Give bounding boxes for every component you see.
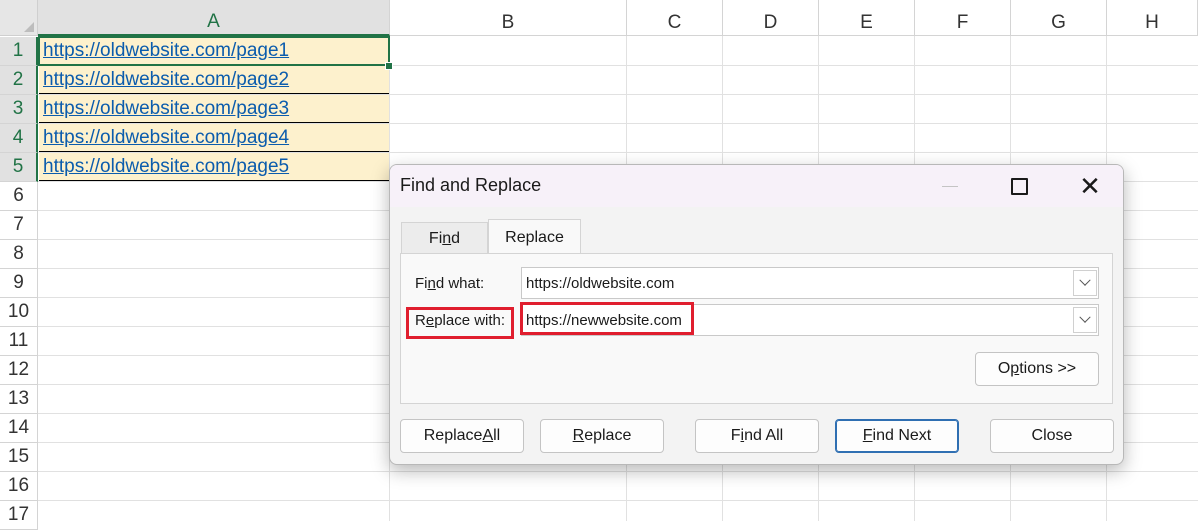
row-header-10[interactable]: 10 — [0, 298, 38, 327]
minimize-button[interactable] — [927, 169, 973, 203]
replace-all-button[interactable]: Replace All — [400, 419, 524, 453]
row-header-17[interactable]: 17 — [0, 501, 38, 530]
maximize-button[interactable] — [996, 169, 1042, 203]
chevron-down-icon — [1079, 311, 1091, 323]
maximize-icon — [1010, 177, 1028, 195]
options-button[interactable]: Op tions >> — [975, 352, 1099, 386]
find-next-button[interactable]: Find Next — [835, 419, 959, 453]
tab-find[interactable]: Find — [401, 222, 488, 255]
row-header-4[interactable]: 4 — [0, 124, 38, 153]
tab-replace[interactable]: Replace — [488, 219, 581, 255]
grid-line — [38, 471, 1198, 472]
find-what-input[interactable] — [522, 268, 1070, 298]
dialog-titlebar[interactable]: Find and Replace ✕ — [390, 165, 1123, 207]
replace-with-dropdown-button[interactable] — [1073, 307, 1097, 333]
row-header-7[interactable]: 7 — [0, 211, 38, 240]
close-button[interactable]: Close — [990, 419, 1114, 453]
column-header-f[interactable]: F — [915, 0, 1011, 36]
tab-replace-label: Replace — [505, 228, 564, 246]
row-header-1[interactable]: 1 — [0, 37, 38, 66]
row-header-14[interactable]: 14 — [0, 414, 38, 443]
select-all-corner[interactable] — [0, 0, 38, 36]
grid-line — [38, 500, 1198, 501]
row-header-9[interactable]: 9 — [0, 269, 38, 298]
row-header-11[interactable]: 11 — [0, 327, 38, 356]
row-header-6[interactable]: 6 — [0, 182, 38, 211]
column-header-d[interactable]: D — [723, 0, 819, 36]
find-what-combobox[interactable] — [521, 267, 1099, 299]
find-all-button[interactable]: Fi nd All — [695, 419, 819, 453]
row-header-8[interactable]: 8 — [0, 240, 38, 269]
row-header-2[interactable]: 2 — [0, 66, 38, 95]
column-header-b[interactable]: B — [390, 0, 627, 36]
find-what-label: Find what: — [415, 275, 485, 292]
select-all-triangle-icon — [24, 22, 34, 32]
find-replace-dialog: Find and Replace ✕ Find Replace Find wha… — [389, 164, 1124, 465]
row-header-5[interactable]: 5 — [0, 153, 38, 182]
dialog-title: Find and Replace — [400, 175, 542, 195]
column-header-c[interactable]: C — [627, 0, 723, 36]
close-window-button[interactable]: ✕ — [1067, 169, 1113, 203]
column-header-a[interactable]: A — [38, 0, 390, 36]
replace-with-label-highlight — [406, 307, 514, 339]
replace-with-value-highlight — [520, 302, 694, 335]
chevron-down-icon — [1079, 274, 1091, 286]
minimize-icon — [942, 185, 958, 187]
find-what-dropdown-button[interactable] — [1073, 270, 1097, 296]
close-icon: ✕ — [1079, 171, 1101, 201]
fill-handle[interactable] — [385, 62, 393, 70]
cell-a2-link[interactable]: https://oldwebsite.com/page2 — [39, 66, 389, 94]
row-header-3[interactable]: 3 — [0, 95, 38, 124]
row-header-12[interactable]: 12 — [0, 356, 38, 385]
cell-a5-link[interactable]: https://oldwebsite.com/page5 — [39, 153, 389, 181]
row-header-16[interactable]: 16 — [0, 472, 38, 501]
column-header-g[interactable]: G — [1011, 0, 1107, 36]
row-header-15[interactable]: 15 — [0, 443, 38, 472]
column-header-h[interactable]: H — [1107, 0, 1198, 36]
cell-a3-link[interactable]: https://oldwebsite.com/page3 — [39, 95, 389, 123]
replace-button[interactable]: Replace — [540, 419, 664, 453]
cell-a1-link[interactable]: https://oldwebsite.com/page1 — [38, 36, 390, 66]
row-header-13[interactable]: 13 — [0, 385, 38, 414]
column-header-e[interactable]: E — [819, 0, 915, 36]
cell-a4-link[interactable]: https://oldwebsite.com/page4 — [39, 124, 389, 152]
tab-find-label: Find — [428, 230, 461, 247]
